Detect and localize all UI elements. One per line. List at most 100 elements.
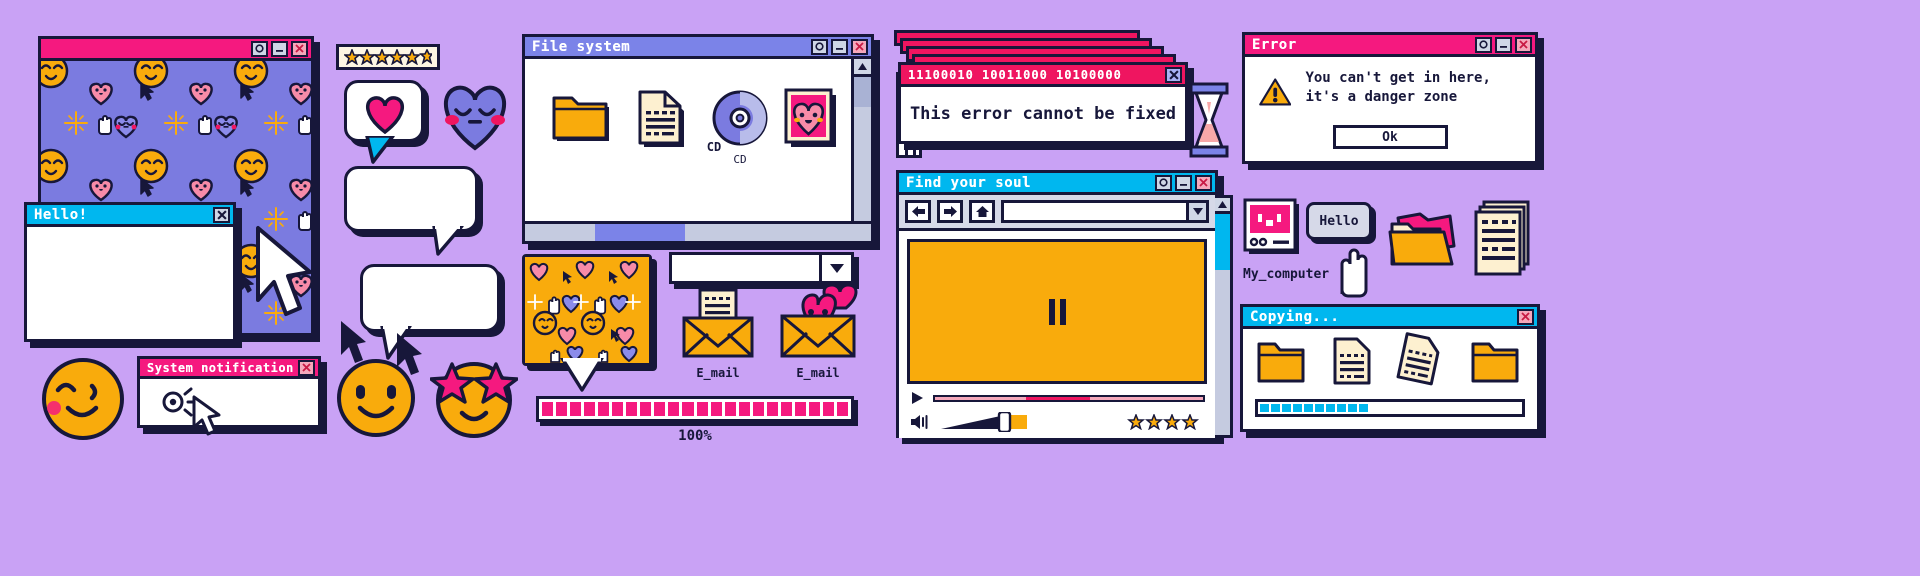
player-volume-row[interactable] (907, 412, 1207, 432)
chevron-down-icon[interactable] (1186, 203, 1206, 220)
star-icon-row (344, 49, 432, 65)
hello-window[interactable]: Hello! (24, 202, 236, 342)
hello-window-title: Hello! (34, 206, 88, 223)
bubble-empty-2[interactable] (360, 264, 500, 332)
chevron-down-icon[interactable] (819, 255, 851, 281)
file-system-titlebar[interactable]: File system (525, 37, 871, 59)
bubble-heart[interactable] (344, 80, 424, 142)
hello-window-controls[interactable] (213, 206, 230, 223)
file-system-item-image[interactable] (783, 87, 839, 155)
maximize-icon[interactable] (1155, 174, 1172, 191)
close-icon[interactable] (291, 40, 308, 57)
bubble-empty-1[interactable] (344, 166, 478, 232)
progress-segment (808, 402, 820, 416)
file-system-window[interactable]: File system CD (522, 34, 874, 244)
minimize-icon[interactable] (831, 38, 848, 55)
file-system-canvas: CD (525, 59, 851, 241)
player-titlebar[interactable]: Find your soul (899, 173, 1215, 195)
close-icon[interactable] (1165, 66, 1182, 83)
close-icon[interactable] (1515, 36, 1532, 53)
player-controls[interactable] (1155, 174, 1212, 191)
cursor-arrow-icon (256, 226, 312, 316)
home-icon[interactable] (969, 200, 995, 223)
player-scrollbar[interactable] (1215, 195, 1233, 438)
folder-stack-icon[interactable] (1386, 206, 1460, 274)
minimize-icon[interactable] (1175, 174, 1192, 191)
progress-segment (1282, 404, 1291, 412)
scroll-thumb[interactable] (595, 224, 685, 241)
file-system-vertical-scrollbar[interactable] (851, 59, 871, 241)
speaker-icon[interactable] (909, 413, 931, 431)
binary-error-controls[interactable] (1165, 66, 1182, 83)
forward-arrow-icon[interactable] (937, 200, 963, 223)
scroll-up-icon[interactable] (1215, 198, 1230, 214)
maximize-icon[interactable] (811, 38, 828, 55)
file-system-item-cd[interactable]: CD (711, 89, 769, 166)
copying-progress-bar (1255, 399, 1525, 417)
close-icon[interactable] (213, 206, 230, 223)
maximize-icon[interactable] (251, 40, 268, 57)
loading-percent-label: 100% (678, 428, 712, 444)
pattern-swatch (525, 257, 649, 363)
seek-slider[interactable] (933, 394, 1205, 402)
bubble-pattern[interactable] (522, 254, 652, 366)
play-icon[interactable] (909, 390, 925, 406)
star-rating-widget[interactable] (336, 44, 440, 70)
player-window[interactable]: Find your soul (896, 170, 1233, 438)
copying-titlebar[interactable]: Copying... (1243, 307, 1537, 329)
player-navigation-bar[interactable] (899, 195, 1215, 231)
volume-slider[interactable] (939, 412, 1037, 432)
hourglass-icon (1189, 82, 1229, 158)
progress-segment (724, 402, 736, 416)
bubble-tail-icon (560, 358, 604, 392)
document-stack-icon[interactable] (1470, 200, 1534, 280)
progress-segment (752, 402, 764, 416)
file-system-horizontal-scrollbar[interactable] (525, 221, 871, 241)
address-field[interactable] (1004, 204, 1186, 219)
binary-error-window[interactable]: 11100010 10011000 10100000 This error ca… (898, 62, 1188, 144)
binary-error-titlebar[interactable]: 11100010 10011000 10100000 (901, 65, 1185, 87)
file-system-item-folder[interactable] (551, 95, 615, 153)
smile-smiley-icon (337, 359, 415, 437)
dropdown-select[interactable] (669, 252, 854, 284)
copying-window[interactable]: Copying... (1240, 304, 1540, 432)
close-icon[interactable] (1517, 308, 1534, 325)
minimize-icon[interactable] (271, 40, 288, 57)
player-seek-row[interactable] (907, 390, 1207, 406)
file-system-title: File system (532, 38, 631, 55)
error-dialog-titlebar[interactable]: Error (1245, 35, 1535, 57)
error-dialog-controls[interactable] (1475, 36, 1532, 53)
folder-icon (552, 96, 609, 141)
system-notification-titlebar[interactable]: System notification (140, 359, 318, 379)
error-dialog-body: You can't get in here, it's a danger zon… (1245, 57, 1535, 161)
email-item-heart[interactable]: E_mail (776, 283, 860, 380)
player-screen[interactable] (907, 239, 1207, 384)
address-input[interactable] (1001, 200, 1209, 223)
back-arrow-icon[interactable] (905, 200, 931, 223)
scroll-up-icon[interactable] (854, 59, 871, 77)
progress-segment (1359, 404, 1368, 412)
email-item-document[interactable]: E_mail (678, 288, 758, 380)
close-icon[interactable] (851, 38, 868, 55)
progress-segment (626, 402, 638, 416)
file-system-controls[interactable] (811, 38, 868, 55)
progress-segment (696, 402, 708, 416)
wallpaper-window-controls[interactable] (251, 40, 308, 57)
close-icon[interactable] (1195, 174, 1212, 191)
ok-button[interactable]: Ok (1332, 125, 1448, 149)
rating-stars[interactable] (1127, 414, 1205, 430)
scroll-thumb[interactable] (854, 77, 871, 107)
copying-controls[interactable] (1517, 308, 1534, 325)
hello-window-titlebar[interactable]: Hello! (27, 205, 233, 227)
system-notification-window[interactable]: System notification (137, 356, 321, 436)
system-notification-controls[interactable] (298, 359, 315, 376)
pause-icon (1048, 298, 1066, 325)
minimize-icon[interactable] (1495, 36, 1512, 53)
error-dialog[interactable]: Error You can't get in here, it's a dang… (1242, 32, 1538, 164)
hello-bubble[interactable]: Hello (1306, 202, 1372, 240)
maximize-icon[interactable] (1475, 36, 1492, 53)
wallpaper-window-titlebar[interactable] (41, 39, 311, 61)
file-system-item-document[interactable] (635, 87, 691, 157)
scroll-thumb[interactable] (1215, 214, 1230, 270)
close-icon[interactable] (298, 359, 315, 376)
